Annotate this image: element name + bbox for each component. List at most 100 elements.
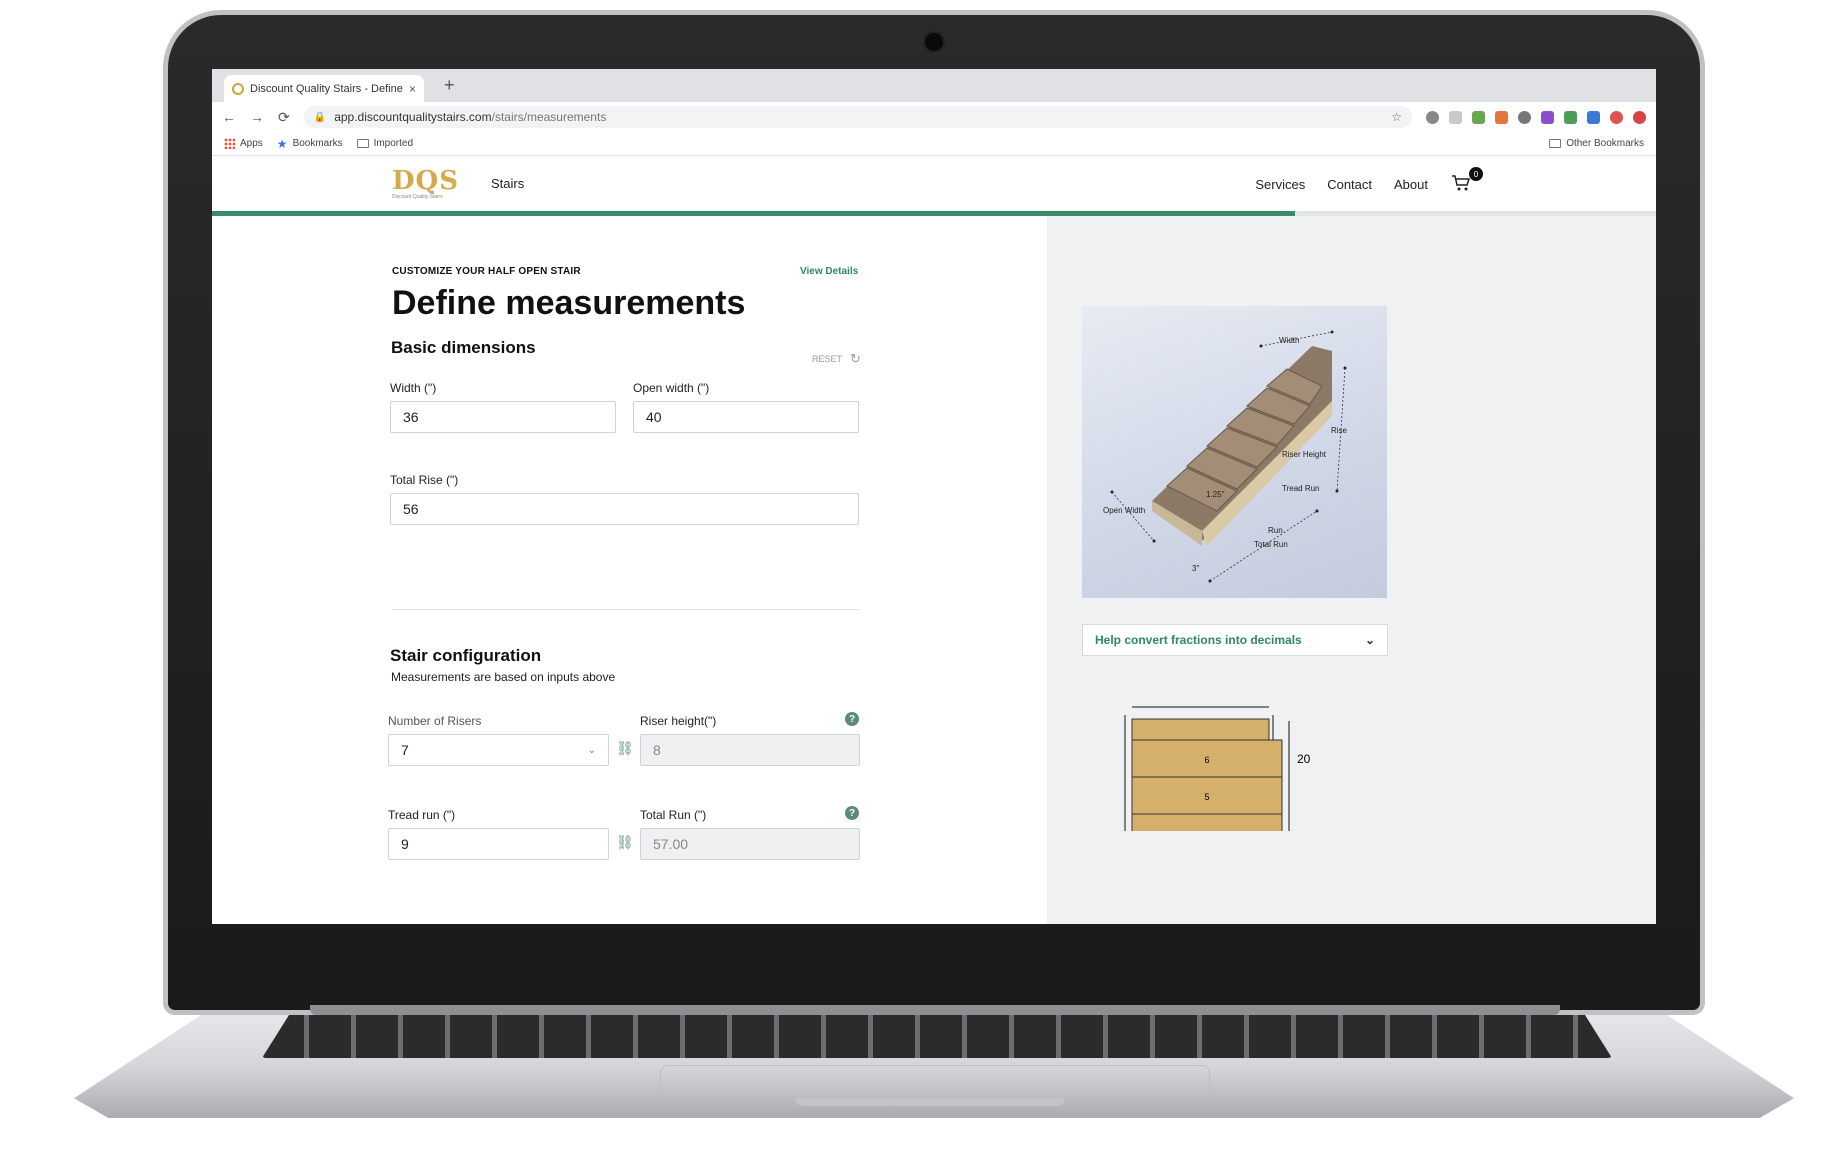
tread-run-input[interactable]: 9 (388, 828, 609, 860)
total-rise-label: Total Rise (") (390, 473, 459, 487)
page-title: Define measurements (392, 284, 746, 322)
open-width-input[interactable]: 40 (633, 401, 859, 433)
stair-configuration-heading: Stair configuration (390, 646, 542, 665)
extension-icons (1426, 110, 1646, 124)
bookmark-label: Other Bookmarks (1566, 138, 1644, 149)
new-tab-button[interactable]: + (444, 75, 455, 96)
section-divider (392, 609, 860, 610)
web-page: DQS Discount Quality Stairs Stairs Servi… (212, 156, 1656, 924)
extension-icon[interactable] (1564, 110, 1577, 124)
open-width-label: Open width (") (633, 381, 710, 395)
address-bar[interactable]: 🔒 app.discountqualitystairs.com/stairs/m… (303, 106, 1412, 128)
laptop-notch (795, 1098, 1065, 1106)
bookmark-label: Bookmarks (292, 138, 343, 149)
bookmark-imported[interactable]: Imported (356, 138, 414, 149)
bookmark-label: Imported (373, 138, 414, 149)
label-run: Run (1268, 526, 1283, 535)
convert-fractions-label: Help convert fractions into decimals (1095, 633, 1302, 647)
star-icon: ★ (276, 136, 288, 151)
extension-icon[interactable] (1541, 110, 1554, 124)
nav-link-services[interactable]: Services (1255, 177, 1305, 192)
page-eyebrow: CUSTOMIZE YOUR HALF OPEN STAIR (392, 266, 581, 277)
stair-illustration: Width Rise Riser Height Tread Run 1.25" … (1082, 306, 1387, 598)
logo-mark: DQS (392, 166, 459, 196)
apps-grid-icon (224, 138, 235, 149)
extension-icon[interactable] (1518, 110, 1531, 124)
extension-icon[interactable] (1610, 110, 1623, 124)
extension-icon[interactable] (1472, 110, 1485, 124)
extension-icon[interactable] (1587, 110, 1600, 124)
folder-icon (1549, 139, 1562, 148)
tread-run-label: Tread run (") (388, 808, 456, 822)
browser-tab[interactable]: Discount Quality Stairs - Define × (224, 75, 424, 102)
reload-icon[interactable]: ⟳ (278, 109, 290, 126)
riser-height-input: 8 (640, 734, 860, 766)
nav-link-contact[interactable]: Contact (1327, 177, 1372, 192)
label-rise: Rise (1331, 426, 1348, 435)
webcam (923, 31, 945, 53)
folder-icon (356, 139, 369, 148)
refresh-icon: ↻ (850, 351, 861, 366)
label-riser-height: Riser Height (1282, 450, 1327, 459)
label-open-width: Open Width (1103, 506, 1146, 515)
convert-fractions-dropdown[interactable]: Help convert fractions into decimals ⌄ (1082, 624, 1388, 656)
tab-close-icon[interactable]: × (409, 82, 416, 96)
reset-button[interactable]: RESET ↻ (812, 351, 861, 367)
diagram-side-dimension: 20 (1297, 752, 1311, 766)
cart-count-badge: 0 (1469, 167, 1483, 181)
extension-icon[interactable] (1633, 110, 1646, 124)
diagram-step-label: 5 (1204, 792, 1209, 802)
total-run-input: 57.00 (640, 828, 860, 860)
bookmark-label: Apps (240, 138, 263, 149)
label-total-run: Total Run (1254, 540, 1288, 549)
risers-label: Number of Risers (388, 714, 482, 728)
label-width: Width (1279, 336, 1300, 345)
bookmark-other[interactable]: Other Bookmarks (1549, 138, 1644, 149)
view-details-link[interactable]: View Details (800, 266, 858, 277)
url-host: app.discountqualitystairs.com (334, 110, 492, 124)
bookmark-star-icon[interactable]: ☆ (1391, 110, 1402, 124)
tab-title: Discount Quality Stairs - Define (250, 82, 403, 95)
width-label: Width (") (390, 381, 437, 395)
forward-icon[interactable]: → (250, 109, 264, 125)
url-text: app.discountqualitystairs.com/stairs/mea… (334, 110, 606, 124)
link-icon[interactable]: ⛓ (616, 740, 634, 757)
total-run-label: Total Run (") (640, 808, 707, 822)
preview-panel: Width Rise Riser Height Tread Run 1.25" … (1047, 216, 1656, 924)
risers-value: 7 (401, 742, 409, 758)
favicon-icon (232, 82, 244, 95)
risers-select[interactable]: 7 ⌄ (388, 734, 609, 766)
nav-link-stairs[interactable]: Stairs (491, 176, 524, 191)
browser-tab-bar: Discount Quality Stairs - Define × + (212, 69, 1656, 102)
main-nav: Services Contact About (1255, 177, 1480, 192)
total-rise-input[interactable]: 56 (390, 493, 859, 525)
site-logo[interactable]: DQS Discount Quality Stairs (392, 168, 464, 202)
bookmarks-bar: Apps ★ Bookmarks Imported Other Bookmarks (212, 132, 1656, 156)
site-header: DQS Discount Quality Stairs Stairs Servi… (212, 156, 1656, 211)
nav-link-about[interactable]: About (1394, 177, 1428, 192)
reset-label: RESET (812, 354, 843, 364)
extension-icon[interactable] (1449, 110, 1462, 124)
diagram-step-label: 6 (1204, 755, 1209, 765)
extension-icon[interactable] (1495, 110, 1508, 124)
back-icon[interactable]: ← (222, 109, 236, 125)
bookmark-apps[interactable]: Apps (224, 138, 263, 149)
laptop-keyboard (262, 1015, 1612, 1058)
extension-icon[interactable] (1426, 110, 1439, 124)
configuration-subtext: Measurements are based on inputs above (391, 670, 616, 684)
help-icon[interactable]: ? (845, 806, 859, 820)
width-input[interactable]: 36 (390, 401, 616, 433)
label-nosing: 1.25" (1206, 490, 1225, 499)
link-icon[interactable]: ⛓ (616, 834, 634, 851)
cart-icon[interactable] (1451, 174, 1471, 192)
label-three-inch: 3" (1192, 564, 1200, 573)
laptop-screen: Discount Quality Stairs - Define × + ← →… (212, 69, 1656, 924)
chevron-down-icon: ⌄ (1364, 633, 1375, 647)
lock-icon: 🔒 (313, 111, 327, 123)
laptop-hinge (310, 1005, 1560, 1015)
bookmark-bookmarks[interactable]: ★ Bookmarks (277, 137, 343, 151)
riser-height-label: Riser height(") (640, 714, 717, 728)
browser-toolbar: ← → ⟳ 🔒 app.discountqualitystairs.com/st… (212, 102, 1656, 132)
measurement-form: CUSTOMIZE YOUR HALF OPEN STAIR View Deta… (212, 216, 1047, 924)
help-icon[interactable]: ? (845, 712, 859, 726)
